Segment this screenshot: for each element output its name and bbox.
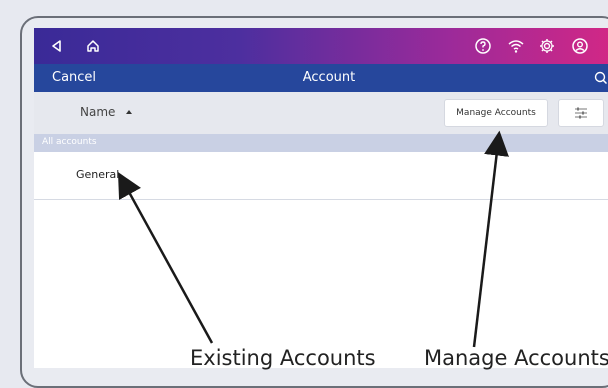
manage-accounts-button[interactable]: Manage Accounts: [444, 99, 548, 127]
back-icon[interactable]: [46, 35, 68, 57]
filter-sliders-icon: [574, 104, 588, 123]
page-title: Account: [302, 70, 356, 85]
sort-ascending-icon: [126, 110, 132, 114]
nav-bar: Cancel Account: [34, 64, 608, 92]
wifi-icon: [505, 35, 527, 57]
existing-accounts-annotation: Existing Accounts: [190, 346, 376, 370]
home-icon[interactable]: [82, 35, 104, 57]
manage-accounts-annotation: Manage Accounts: [424, 346, 608, 370]
manage-accounts-label: Manage Accounts: [456, 108, 536, 118]
help-icon[interactable]: [472, 35, 494, 57]
user-icon[interactable]: [569, 35, 591, 57]
section-header-label: All accounts: [42, 137, 97, 147]
settings-icon[interactable]: [536, 35, 558, 57]
status-bar: [34, 28, 608, 64]
list-toolbar: Name Manage Accounts: [34, 92, 608, 134]
screen: Cancel Account Name Manage Accounts All …: [34, 28, 608, 368]
sort-by-name-button[interactable]: Name: [80, 105, 115, 119]
section-header: All accounts: [34, 134, 608, 152]
list-item[interactable]: General: [34, 152, 608, 200]
account-name: General: [76, 168, 120, 181]
filter-button[interactable]: [558, 99, 604, 127]
tablet-frame: Cancel Account Name Manage Accounts All …: [20, 16, 608, 388]
search-icon[interactable]: [592, 69, 608, 87]
